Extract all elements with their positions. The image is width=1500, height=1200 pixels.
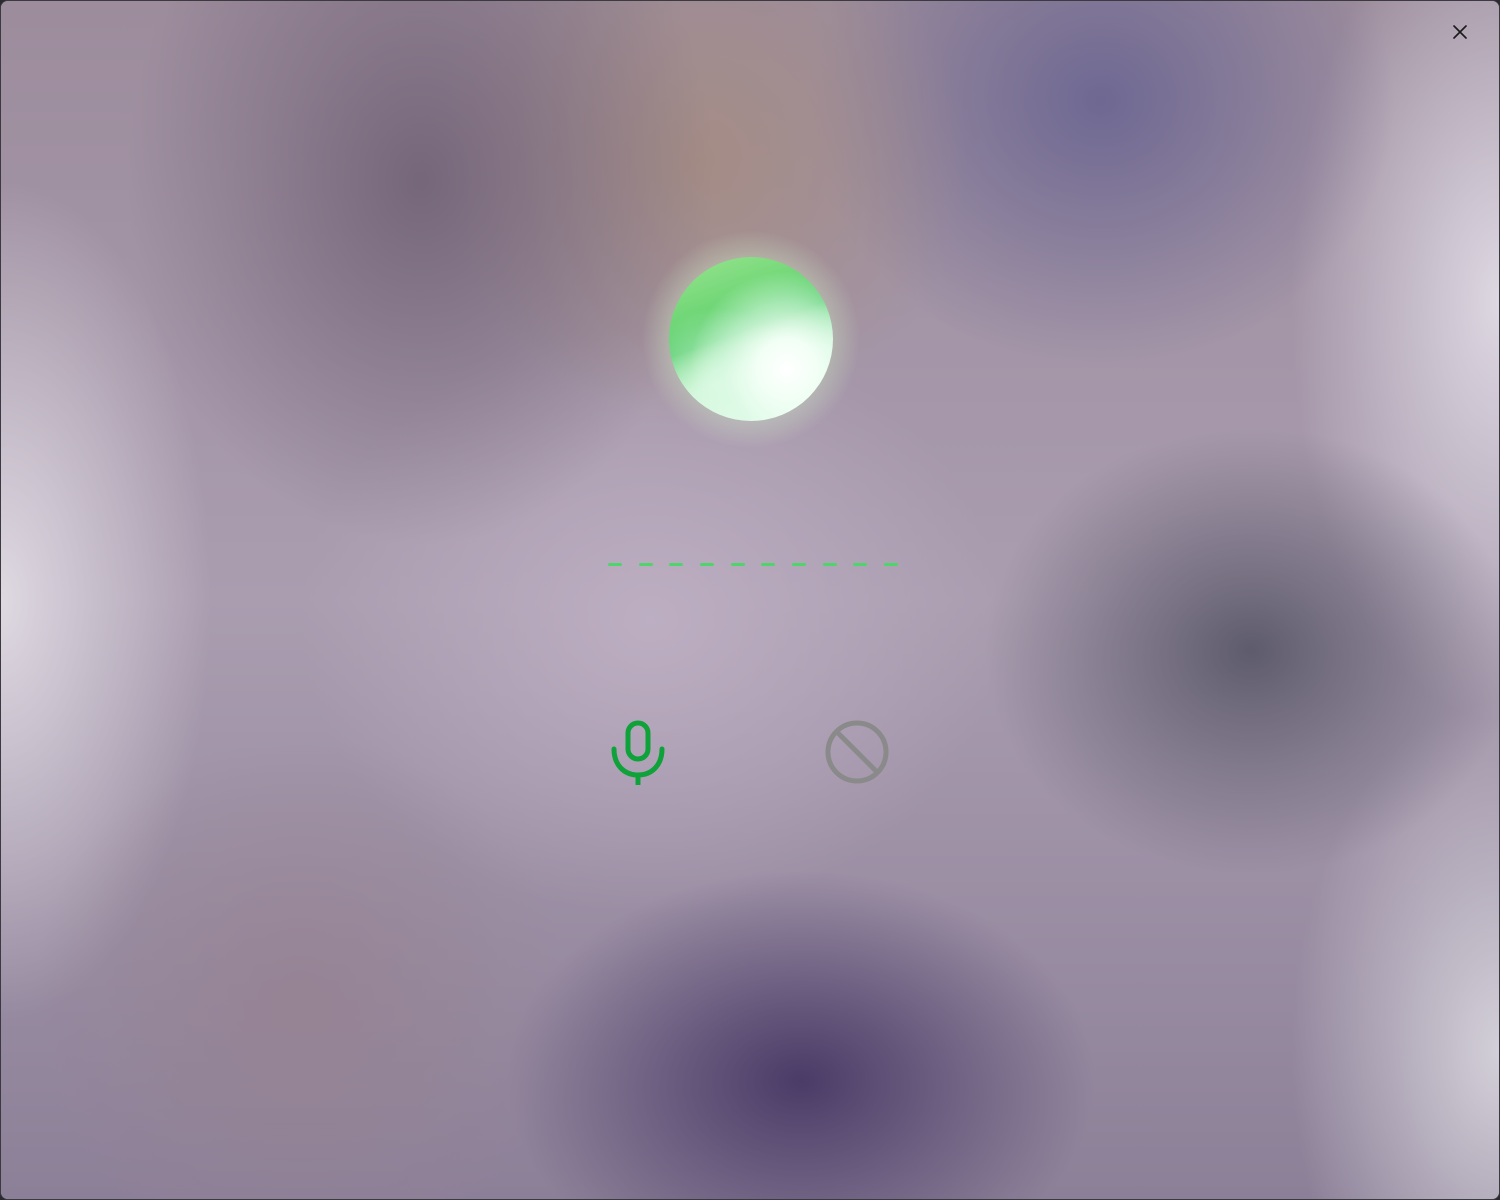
wave-segment	[822, 562, 837, 566]
voice-orb	[641, 229, 861, 449]
voice-assistant-window	[0, 0, 1500, 1200]
wave-segment	[883, 562, 898, 566]
block-icon	[825, 720, 889, 784]
voice-orb-icon	[669, 257, 833, 421]
close-icon	[1453, 25, 1467, 39]
blurred-background	[1, 1, 1499, 1199]
microphone-icon	[611, 720, 665, 785]
wave-segment	[730, 562, 745, 566]
wave-segment	[853, 562, 868, 566]
audio-wave-icon	[608, 559, 898, 569]
wave-segment	[608, 562, 622, 566]
block-button[interactable]	[822, 717, 892, 787]
wave-segment	[791, 562, 806, 566]
wave-segment	[761, 562, 776, 566]
wave-segment	[669, 562, 684, 566]
wave-segment	[638, 562, 653, 566]
microphone-button[interactable]	[603, 717, 673, 787]
wave-segment	[699, 562, 714, 566]
close-button[interactable]	[1447, 19, 1473, 45]
